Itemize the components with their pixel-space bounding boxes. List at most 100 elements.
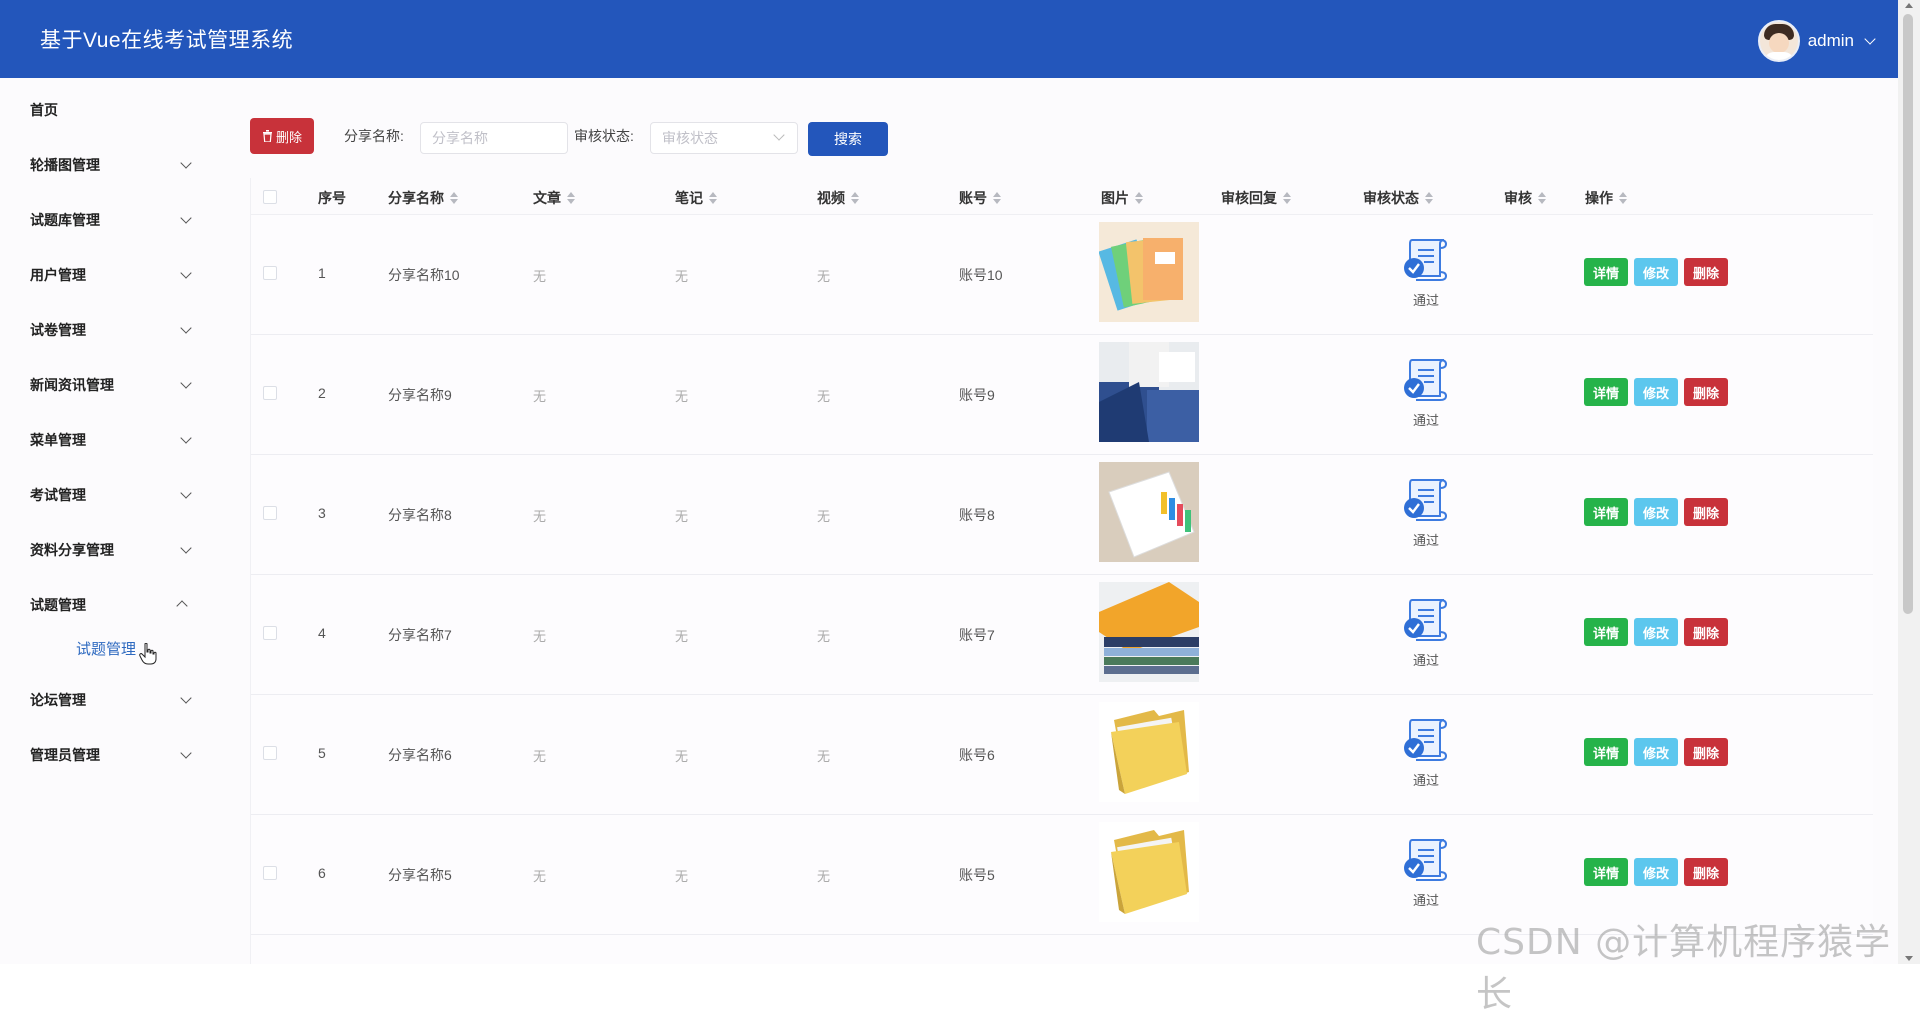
delete-button[interactable]: 删除 [1684,618,1728,646]
column-header-review[interactable]: 审核 [1504,188,1546,208]
sidebar-item-papers[interactable]: 试卷管理 [0,302,200,357]
chevron-down-icon [180,486,192,499]
edit-button[interactable]: 修改 [1634,858,1678,886]
sidebar-item-news[interactable]: 新闻资讯管理 [0,357,200,412]
chevron-down-icon[interactable] [1864,33,1876,45]
row-checkbox[interactable] [263,626,277,640]
approved-scroll-icon [1404,839,1448,881]
chevron-down-icon [180,321,192,334]
edit-button[interactable]: 修改 [1634,258,1678,286]
sort-icon [851,192,859,204]
sidebar-item-users[interactable]: 用户管理 [0,247,200,302]
edit-button[interactable]: 修改 [1634,738,1678,766]
cell-article: 无 [533,509,547,524]
delete-button[interactable]: 删除 [1684,498,1728,526]
sort-icon [709,192,717,204]
cell-article: 无 [533,749,547,764]
detail-button[interactable]: 详情 [1584,618,1628,646]
thumbnail-image[interactable] [1099,702,1199,802]
edit-button[interactable]: 修改 [1634,498,1678,526]
cell-share-name: 分享名称8 [388,507,452,523]
detail-button[interactable]: 详情 [1584,858,1628,886]
username[interactable]: admin [1808,31,1854,51]
chevron-down-icon [180,746,192,759]
review-status: 通过 [1396,596,1456,669]
thumbnail-image[interactable] [1099,342,1199,442]
sidebar-item-forum[interactable]: 论坛管理 [0,672,200,727]
bulk-delete-button[interactable]: 删除 [250,118,314,154]
column-header-actions[interactable]: 操作 [1585,188,1627,208]
cell-note: 无 [675,749,689,764]
search-button[interactable]: 搜索 [808,122,888,156]
table-header: 序号 分享名称 文章 笔记 视频 账号 图片 审核回复 审核状态 审核 操作 [251,178,1873,215]
table-row: 2 分享名称9 无 无 无 账号9 通过 详情 修改 删除 [251,334,1873,455]
top-header: 基于Vue在线考试管理系统 admin [0,0,1898,78]
column-header-note[interactable]: 笔记 [675,188,717,208]
delete-button[interactable]: 删除 [1684,738,1728,766]
sidebar-item-menus[interactable]: 菜单管理 [0,412,200,467]
row-checkbox[interactable] [263,506,277,520]
scroll-up-icon[interactable] [1905,3,1913,8]
cell-share-name: 分享名称5 [388,867,452,883]
cell-account: 账号10 [959,267,1003,283]
sidebar-item-carousel[interactable]: 轮播图管理 [0,137,200,192]
status-text: 通过 [1412,773,1439,788]
sidebar-item-questions[interactable]: 试题管理 [0,577,200,632]
detail-button[interactable]: 详情 [1584,258,1628,286]
row-checkbox[interactable] [263,746,277,760]
column-header-review-reply[interactable]: 审核回复 [1221,188,1291,208]
toolbar: 删除 分享名称: 分享名称 审核状态: 审核状态 搜索 [250,78,1898,178]
status-select[interactable]: 审核状态 [650,122,798,154]
review-status: 通过 [1396,236,1456,309]
row-checkbox[interactable] [263,266,277,280]
column-header-account[interactable]: 账号 [959,188,1001,208]
hand-cursor-icon [139,643,157,665]
sort-icon [1283,192,1291,204]
edit-button[interactable]: 修改 [1634,618,1678,646]
cell-video: 无 [817,749,831,764]
status-text: 通过 [1412,413,1439,428]
sidebar-item-question-bank[interactable]: 试题库管理 [0,192,200,247]
sidebar-item-admins[interactable]: 管理员管理 [0,727,200,782]
column-header-video[interactable]: 视频 [817,188,859,208]
cell-video: 无 [817,509,831,524]
status-text: 通过 [1412,653,1439,668]
column-header-article[interactable]: 文章 [533,188,575,208]
cell-share-name: 分享名称9 [388,387,452,403]
sidebar-item-materials[interactable]: 资料分享管理 [0,522,200,577]
delete-button[interactable]: 删除 [1684,858,1728,886]
user-menu[interactable]: admin [1757,20,1876,62]
data-table: 序号 分享名称 文章 笔记 视频 账号 图片 审核回复 审核状态 审核 操作 1… [250,178,1873,964]
main-content: 删除 分享名称: 分享名称 审核状态: 审核状态 搜索 序号 分享名称 文章 笔… [250,78,1898,964]
row-actions: 详情 修改 删除 [1584,378,1728,406]
cell-note: 无 [675,629,689,644]
page-scrollbar[interactable] [1898,0,1920,964]
row-checkbox[interactable] [263,386,277,400]
app-title: 基于Vue在线考试管理系统 [40,29,294,52]
review-status: 通过 [1396,476,1456,549]
share-name-input[interactable]: 分享名称 [420,122,568,154]
select-all-checkbox[interactable] [263,190,277,204]
avatar[interactable] [1757,20,1800,62]
column-header-share-name[interactable]: 分享名称 [388,188,458,208]
thumbnail-image[interactable] [1099,822,1199,922]
thumbnail-image[interactable] [1099,222,1199,322]
submenu-item-questions[interactable]: 试题管理 [76,638,136,659]
scroll-thumb[interactable] [1903,14,1913,614]
sidebar-item-home[interactable]: 首页 [0,82,200,137]
cell-share-name: 分享名称10 [388,267,460,283]
approved-scroll-icon [1404,359,1448,401]
column-header-review-status[interactable]: 审核状态 [1363,188,1433,208]
edit-button[interactable]: 修改 [1634,378,1678,406]
delete-button[interactable]: 删除 [1684,258,1728,286]
thumbnail-image[interactable] [1099,582,1199,682]
sidebar-item-exams[interactable]: 考试管理 [0,467,200,522]
detail-button[interactable]: 详情 [1584,738,1628,766]
status-text: 通过 [1412,533,1439,548]
detail-button[interactable]: 详情 [1584,498,1628,526]
delete-button[interactable]: 删除 [1684,378,1728,406]
row-checkbox[interactable] [263,866,277,880]
thumbnail-image[interactable] [1099,462,1199,562]
detail-button[interactable]: 详情 [1584,378,1628,406]
column-header-image[interactable]: 图片 [1101,188,1143,208]
